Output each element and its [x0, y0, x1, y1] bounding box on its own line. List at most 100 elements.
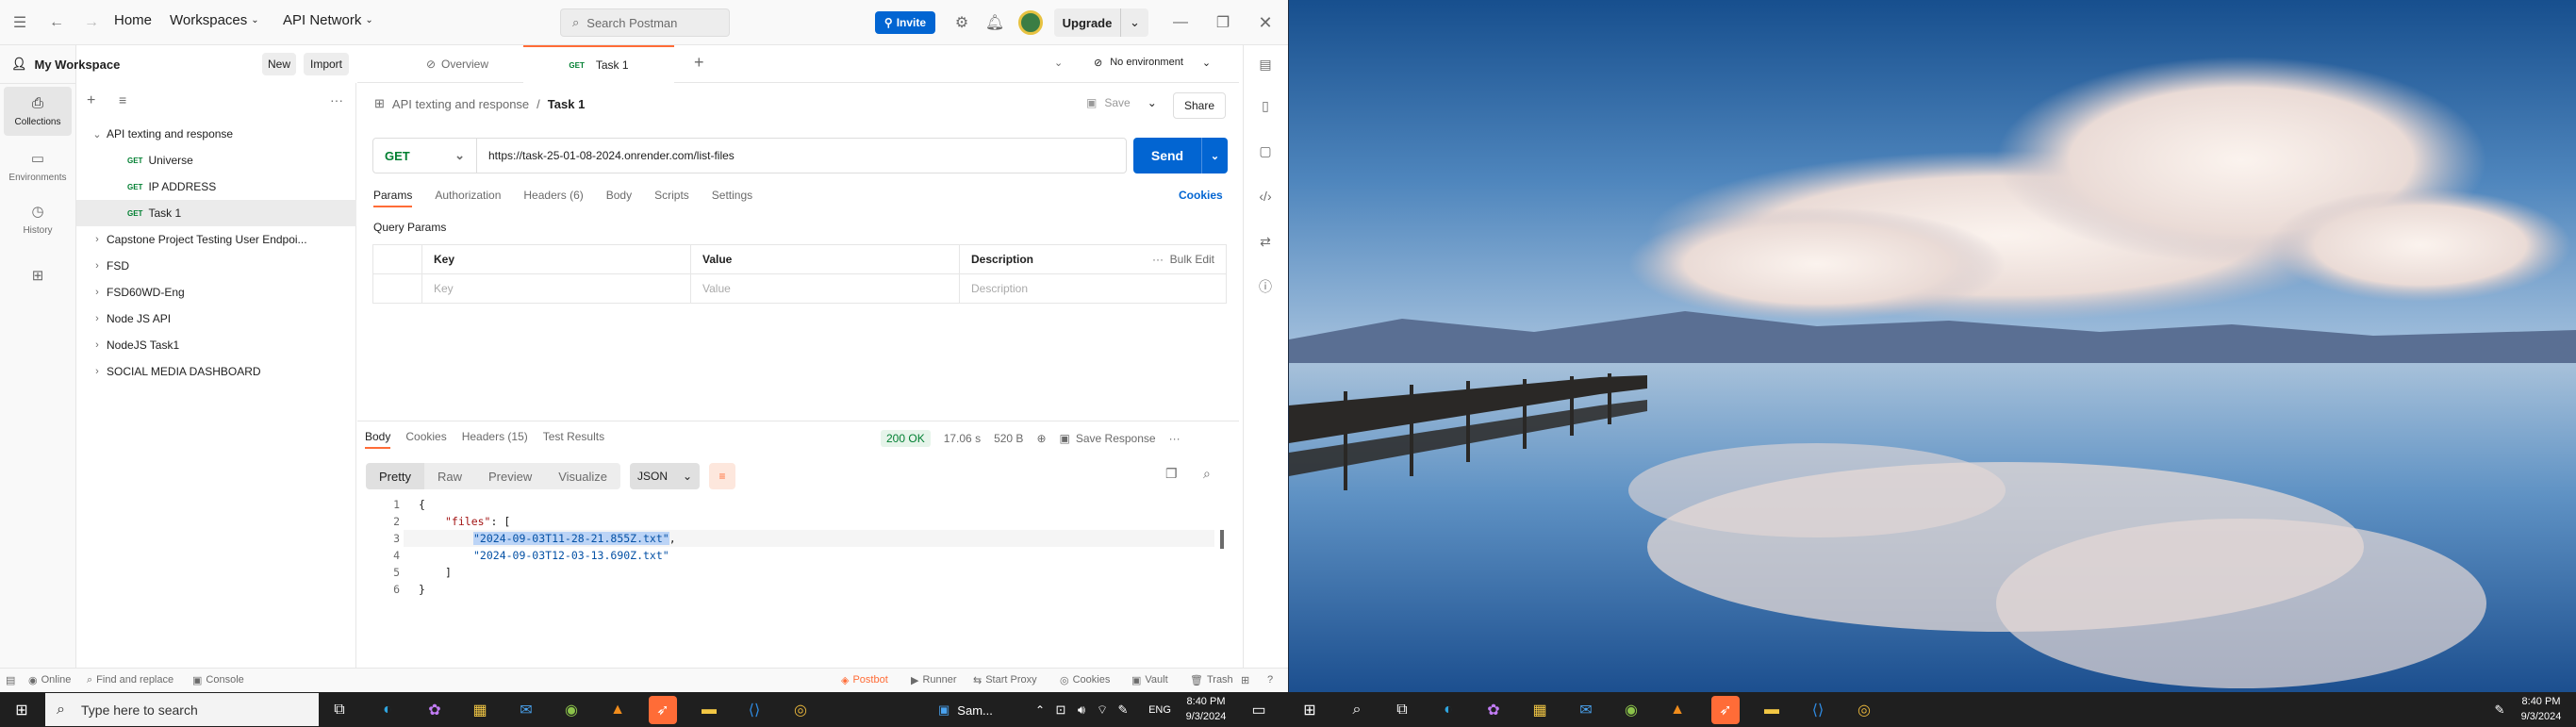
format-visualize[interactable]: Visualize — [545, 463, 621, 489]
rail-history[interactable]: ◷ History — [4, 194, 72, 243]
add-icon[interactable]: + — [87, 92, 95, 109]
windows-start-icon[interactable]: ⊞ — [1296, 696, 1324, 724]
tree-item-folder[interactable]: ⌄ API texting and response — [76, 121, 356, 147]
search-icon[interactable]: ⌕ — [1203, 466, 1211, 482]
tab-response-headers[interactable]: Headers (15) — [462, 430, 528, 449]
task-view-icon[interactable]: ⧉ — [325, 696, 354, 724]
format-preview[interactable]: Preview — [474, 463, 546, 489]
workspaces-menu[interactable]: Workspaces ⌄ — [170, 12, 259, 28]
back-icon[interactable]: ← — [42, 8, 71, 37]
api-network-menu[interactable]: API Network ⌄ — [283, 12, 373, 28]
edge-icon[interactable]: ◐ — [1434, 696, 1462, 724]
tab-params[interactable]: Params — [373, 189, 413, 207]
environment-quicklook-icon[interactable]: ▤ — [1254, 53, 1277, 75]
online-status[interactable]: ◉ Online — [28, 668, 71, 692]
mail-icon[interactable]: ✉ — [1572, 696, 1600, 724]
store-icon[interactable]: ▦ — [1526, 696, 1554, 724]
format-pretty[interactable]: Pretty — [366, 463, 424, 489]
tab-response-cookies[interactable]: Cookies — [405, 430, 446, 449]
tab-response-body[interactable]: Body — [365, 430, 391, 449]
save-response-button[interactable]: ▣ Save Response — [1060, 432, 1156, 445]
settings-icon[interactable]: ⚙ — [948, 8, 976, 37]
response-type-select[interactable]: JSON ⌄ — [630, 463, 701, 489]
start-proxy[interactable]: ⇆ Start Proxy — [973, 668, 1037, 692]
chrome-icon[interactable]: ◎ — [1850, 696, 1878, 724]
chrome-icon[interactable]: ◎ — [786, 696, 815, 724]
tab-scripts[interactable]: Scripts — [654, 189, 689, 207]
edge-icon[interactable]: ◐ — [373, 696, 402, 724]
chevron-down-icon[interactable]: ⌄ — [1054, 57, 1063, 69]
postman-icon[interactable]: ➶ — [649, 696, 677, 724]
forward-icon[interactable]: → — [77, 8, 106, 37]
filter-icon[interactable]: ≡ — [119, 92, 126, 107]
tab-body[interactable]: Body — [606, 189, 632, 207]
tab-headers[interactable]: Headers (6) — [523, 189, 583, 207]
tab-overview[interactable]: ⊘ Overview — [396, 45, 519, 83]
vlc-icon[interactable]: ▲ — [1663, 696, 1692, 724]
copy-icon[interactable]: ❐ — [1165, 466, 1178, 482]
more-icon[interactable]: ··· — [1169, 432, 1181, 445]
taskbar-clock[interactable]: 8:40 PM 9/3/2024 — [1182, 694, 1230, 724]
info-icon[interactable]: ⓘ — [1254, 275, 1277, 298]
tab-settings[interactable]: Settings — [712, 189, 752, 207]
new-button[interactable]: New — [262, 53, 296, 75]
taskbar-clock[interactable]: 8:40 PM 9/3/2024 — [2518, 694, 2565, 724]
method-select[interactable]: GET ⌄ — [373, 139, 477, 173]
vscode-icon[interactable]: ⟨⟩ — [740, 696, 768, 724]
close-icon[interactable]: ✕ — [1251, 8, 1280, 37]
invite-button[interactable]: ⚲ Invite — [875, 11, 935, 34]
workspace-title[interactable]: 👤︎ My Workspace — [11, 57, 120, 72]
search-icon[interactable]: ⌕ — [1343, 696, 1371, 724]
breadcrumb-parent[interactable]: API texting and response — [392, 97, 529, 111]
tree-item-folder[interactable]: › NodeJS Task1 — [76, 332, 356, 358]
comments-icon[interactable]: ▢ — [1254, 140, 1277, 162]
file-explorer-icon[interactable]: ▬ — [1758, 696, 1786, 724]
url-input[interactable]: https://task-25-01-08-2024.onrender.com/… — [477, 149, 735, 162]
tree-item-request-selected[interactable]: GET Task 1 — [76, 200, 356, 226]
search-input[interactable]: ⌕ Search Postman — [560, 8, 730, 37]
response-size[interactable]: 520 B — [994, 432, 1023, 445]
response-body[interactable]: 1 2 3 4 5 6 { "files": [ "2024-09-03T11-… — [366, 496, 1224, 656]
taskbar-search-input[interactable]: ⌕ Type here to search — [45, 693, 319, 726]
layout-icon[interactable]: ▤ — [6, 668, 15, 692]
description-input[interactable]: Description — [959, 273, 1227, 304]
samsung-app[interactable]: ▣ Sam... — [938, 696, 1023, 724]
value-input[interactable]: Value — [690, 273, 960, 304]
maximize-icon[interactable]: ❐ — [1209, 8, 1237, 37]
copilot-icon[interactable]: ✿ — [1479, 696, 1508, 724]
tree-item-folder[interactable]: › SOCIAL MEDIA DASHBOARD — [76, 358, 356, 385]
notification-icon[interactable]: ▭ — [1245, 696, 1273, 724]
code-icon[interactable]: ‹/› — [1254, 185, 1277, 207]
store-icon[interactable]: ▦ — [466, 696, 494, 724]
mail-icon[interactable]: ✉ — [512, 696, 540, 724]
trash[interactable]: 🗑︎ Trash — [1190, 668, 1233, 692]
task-view-icon[interactable]: ⧉ — [1388, 696, 1416, 724]
send-button[interactable]: Send ⌄ — [1133, 138, 1228, 173]
status-badge[interactable]: 200 OK — [881, 430, 931, 447]
postman-icon[interactable]: ➶ — [1711, 696, 1740, 724]
environment-selector[interactable]: ⊘ No environment ⌄ — [1094, 57, 1211, 69]
documentation-icon[interactable]: ▯ — [1254, 94, 1277, 117]
tree-item-request[interactable]: GET IP ADDRESS — [76, 173, 356, 200]
pen-icon[interactable]: ✎ — [1109, 696, 1137, 724]
bulk-edit-link[interactable]: Bulk Edit — [1170, 253, 1214, 266]
app-icon[interactable]: ◉ — [1617, 696, 1645, 724]
windows-start-icon[interactable]: ⊞ — [8, 696, 36, 724]
pen-icon[interactable]: ✎ — [2485, 696, 2514, 724]
upgrade-button[interactable]: Upgrade ⌄ — [1054, 8, 1148, 37]
postbot[interactable]: ◈ Postbot — [841, 668, 888, 692]
layout-grid-icon[interactable]: ⊞ — [1241, 668, 1249, 692]
rail-apps[interactable]: ⊞ — [4, 251, 72, 300]
tab-task-1[interactable]: GET Task 1 — [523, 45, 674, 83]
runner[interactable]: ▶ Runner — [911, 668, 957, 692]
tree-item-folder[interactable]: › FSD — [76, 253, 356, 279]
bell-icon[interactable]: 🔔︎ — [981, 8, 1009, 37]
response-time[interactable]: 17.06 s — [944, 432, 981, 445]
minimize-icon[interactable]: — — [1166, 8, 1195, 37]
rail-collections[interactable]: ⎙ Collections — [4, 87, 72, 136]
vscode-icon[interactable]: ⟨⟩ — [1804, 696, 1832, 724]
tree-item-folder[interactable]: › FSD60WD-Eng — [76, 279, 356, 306]
tree-item-folder[interactable]: › Node JS API — [76, 306, 356, 332]
home-link[interactable]: Home — [114, 12, 152, 28]
cookies-status[interactable]: ◎ Cookies — [1060, 668, 1110, 692]
